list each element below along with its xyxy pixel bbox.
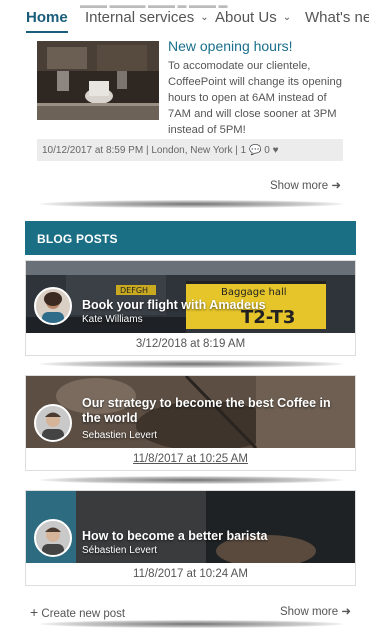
comment-icon[interactable]: 💬 [249, 145, 261, 156]
nav-item-label: Home [26, 9, 68, 26]
nav-item-internal-services[interactable]: Internal services ⌄ [85, 9, 209, 26]
nav-item-whats-new[interactable]: What's new [305, 9, 369, 26]
post-banner-image[interactable]: Baggage hall T2-T3 DEFGH Book your fligh… [26, 261, 355, 333]
like-count: 0 [264, 145, 270, 156]
chevron-down-icon: ⌄ [200, 12, 209, 23]
nav-item-label: About Us [215, 9, 277, 26]
post-date-text: 11/8/2017 at 10:25 AM [133, 453, 248, 465]
active-nav-underline [26, 31, 68, 33]
card-shadow [40, 200, 343, 208]
create-new-post-label: Create new post [41, 608, 126, 620]
show-more-label: Show more [279, 606, 339, 618]
blog-posts-header: BLOG POSTS [25, 221, 356, 255]
post-banner-image[interactable]: Our strategy to become the best Coffee i… [26, 376, 355, 448]
post-author: Kate Williams [82, 314, 143, 325]
plus-icon: + [30, 604, 39, 620]
post-date: 3/12/2018 at 8:19 AM [26, 333, 355, 355]
card-shadow [40, 476, 343, 484]
news-show-more-link[interactable]: Show more ➜ [270, 178, 341, 192]
news-body-line: 7AM and will close sooner at 3PM [168, 108, 337, 120]
blog-post-card[interactable]: Our strategy to become the best Coffee i… [25, 375, 356, 471]
nav-item-about-us[interactable]: About Us ⌄ [215, 9, 291, 26]
nav-item-label: Internal services [85, 9, 195, 26]
post-title-line: Book your flight with Amadeus [82, 298, 266, 312]
news-meta-text: 10/12/2017 at 8:59 PM | London, New York… [42, 145, 238, 156]
blog-post-card[interactable]: How to become a better barista Sébastien… [25, 490, 356, 586]
chevron-down-icon: ⌄ [282, 12, 292, 23]
post-date-text: 3/12/2018 at 8:19 AM [135, 338, 246, 350]
post-title-line: How to become a better barista [82, 529, 268, 543]
svg-text:Baggage hall: Baggage hall [221, 287, 287, 298]
post-date-text: 11/8/2017 at 10:24 AM [133, 568, 248, 580]
news-thumbnail-coffee-machine[interactable] [37, 41, 159, 120]
news-body: To accomodate our clientele, CoffeePoint… [168, 58, 353, 138]
heart-icon[interactable]: ♥ [273, 145, 279, 156]
news-body-line: instead of 5PM! [168, 124, 246, 136]
post-title[interactable]: Book your flight with Amadeus [82, 298, 266, 313]
card-shadow [40, 620, 343, 628]
top-navigation: ▬▬▬ ▬▬▬▬ ▬▬▬ ▬ ▬▬▬ ▬ Home Internal servi… [0, 0, 369, 36]
news-body-line: To accomodate our clientele, [168, 60, 311, 72]
post-author: Sébastien Levert [82, 545, 158, 556]
comment-count: 1 [240, 145, 247, 156]
news-body-line: CoffeePoint will change its opening [168, 76, 342, 88]
create-new-post-button[interactable]: + Create new post [30, 604, 125, 620]
news-body-line: hours to open at 6AM instead of [168, 92, 327, 104]
post-author: Sebastien Levert [82, 430, 158, 441]
post-title[interactable]: Our strategy to become the best Coffee i… [82, 396, 331, 426]
blog-post-card[interactable]: Baggage hall T2-T3 DEFGH Book your fligh… [25, 260, 356, 356]
arrow-right-icon: ➜ [331, 180, 341, 192]
post-date: 11/8/2017 at 10:24 AM [26, 563, 355, 585]
post-banner-image[interactable]: How to become a better barista Sébastien… [26, 491, 355, 563]
show-more-label: Show more [269, 180, 329, 192]
blog-show-more-link[interactable]: Show more ➜ [280, 604, 351, 618]
author-avatar [34, 519, 72, 557]
news-meta-bar: 10/12/2017 at 8:59 PM | London, New York… [37, 139, 343, 161]
card-shadow [40, 360, 343, 368]
post-title[interactable]: How to become a better barista [82, 529, 267, 544]
svg-text:DEFGH: DEFGH [120, 286, 148, 295]
arrow-right-icon: ➜ [341, 606, 351, 618]
nav-item-home[interactable]: Home [26, 9, 68, 26]
post-title-line: Our strategy to become the best Coffee i… [82, 396, 331, 410]
post-date: 11/8/2017 at 10:25 AM [26, 448, 355, 470]
nav-item-label: What's new [305, 9, 369, 26]
post-title-line: the world [82, 411, 138, 425]
news-title[interactable]: New opening hours! [168, 38, 293, 54]
author-avatar [34, 404, 72, 442]
author-avatar [34, 287, 72, 325]
